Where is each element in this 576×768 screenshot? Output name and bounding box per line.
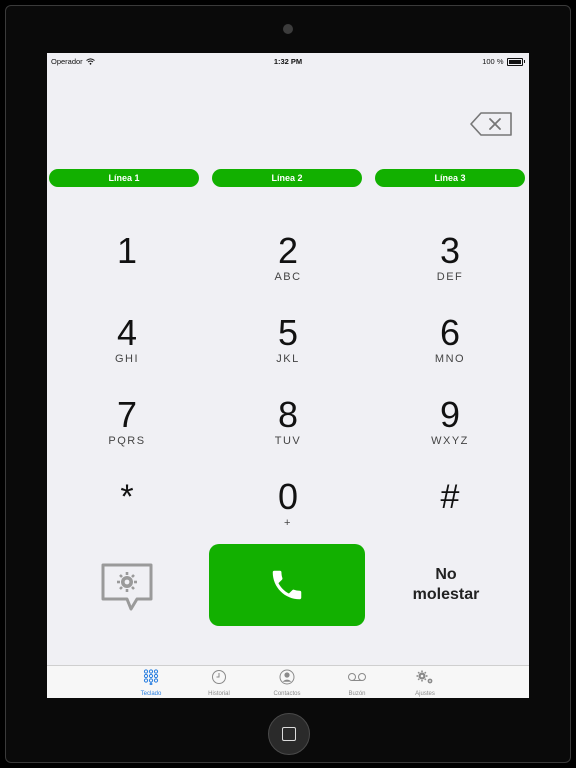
key-5[interactable]: 5 JKL <box>228 313 348 375</box>
key-letters: WXYZ <box>431 435 469 447</box>
key-digit: 6 <box>439 312 461 353</box>
key-2[interactable]: 2 ABC <box>228 231 348 293</box>
key-digit: 3 <box>439 230 461 271</box>
line-3-button[interactable]: Línea 3 <box>375 169 525 187</box>
backspace-icon[interactable] <box>469 111 513 137</box>
key-8[interactable]: 8 TUV <box>228 395 348 457</box>
key-digit: 4 <box>116 312 138 353</box>
dnd-label-line2: molestar <box>412 586 480 603</box>
key-letters: MNO <box>434 353 466 365</box>
key-digit: * <box>120 478 134 516</box>
key-letters: TUV <box>274 435 302 447</box>
tab-label: Ajustes <box>415 691 435 697</box>
home-square-icon <box>282 727 296 741</box>
key-digit: 7 <box>116 394 138 435</box>
key-digit: 0 <box>277 476 299 517</box>
battery-group: 100 % <box>482 57 525 66</box>
tab-label: Teclado <box>140 691 162 697</box>
key-6[interactable]: 6 MNO <box>390 313 510 375</box>
status-time: 1:32 PM <box>273 57 303 66</box>
key-4[interactable]: 4 GHI <box>67 313 187 375</box>
key-letters: GHI <box>114 353 140 365</box>
message-settings-icon[interactable] <box>99 561 155 613</box>
gears-icon <box>416 670 433 684</box>
screen: Operador 1:32 PM 100 % Línea 1 Línea 2 L… <box>47 53 529 698</box>
tab-label: Historial <box>208 691 230 697</box>
tab-label: Contactos <box>273 691 301 697</box>
tab-keypad[interactable]: Teclado <box>121 669 181 697</box>
key-star[interactable]: * <box>67 477 187 539</box>
tab-settings[interactable]: Ajustes <box>395 669 455 697</box>
key-1[interactable]: 1 <box>67 231 187 293</box>
line-2-button[interactable]: Línea 2 <box>212 169 362 187</box>
key-letters: ABC <box>274 271 302 283</box>
key-7[interactable]: 7 PQRS <box>67 395 187 457</box>
home-button[interactable] <box>268 713 310 755</box>
phone-icon <box>272 570 302 600</box>
key-0[interactable]: 0 + <box>228 477 348 539</box>
key-digit: 5 <box>277 312 299 353</box>
key-letters: + <box>284 517 292 529</box>
dnd-label-line1: No <box>435 566 457 583</box>
tab-contacts[interactable]: Contactos <box>257 669 317 697</box>
keypad-icon <box>143 669 159 686</box>
key-digit: 2 <box>277 230 299 271</box>
key-digit: 8 <box>277 394 299 435</box>
key-letters: PQRS <box>108 435 146 447</box>
tablet-device: Operador 1:32 PM 100 % Línea 1 Línea 2 L… <box>0 0 576 768</box>
key-letters: JKL <box>276 353 300 365</box>
battery-icon <box>506 57 523 66</box>
contact-icon <box>279 669 295 685</box>
key-digit: 9 <box>439 394 461 435</box>
clock-icon <box>212 670 226 684</box>
tab-bar: Teclado Historial Contactos Buzón Ajuste… <box>47 665 529 698</box>
line-1-button[interactable]: Línea 1 <box>49 169 199 187</box>
battery-percent: 100 % <box>482 57 504 66</box>
key-hash[interactable]: # <box>390 477 510 539</box>
tab-history[interactable]: Historial <box>189 669 249 697</box>
key-3[interactable]: 3 DEF <box>390 231 510 293</box>
tab-voicemail[interactable]: Buzón <box>327 669 387 697</box>
do-not-disturb-button[interactable]: No molestar <box>387 565 505 605</box>
voicemail-icon <box>348 673 366 681</box>
key-digit: 1 <box>116 230 138 271</box>
battery-tip <box>523 60 525 63</box>
key-letters: DEF <box>436 271 464 283</box>
tab-label: Buzón <box>348 691 366 697</box>
key-digit: # <box>440 478 460 516</box>
camera <box>283 24 293 34</box>
key-9[interactable]: 9 WXYZ <box>390 395 510 457</box>
call-button[interactable] <box>209 544 365 626</box>
status-bar: Operador 1:32 PM 100 % <box>47 53 529 69</box>
